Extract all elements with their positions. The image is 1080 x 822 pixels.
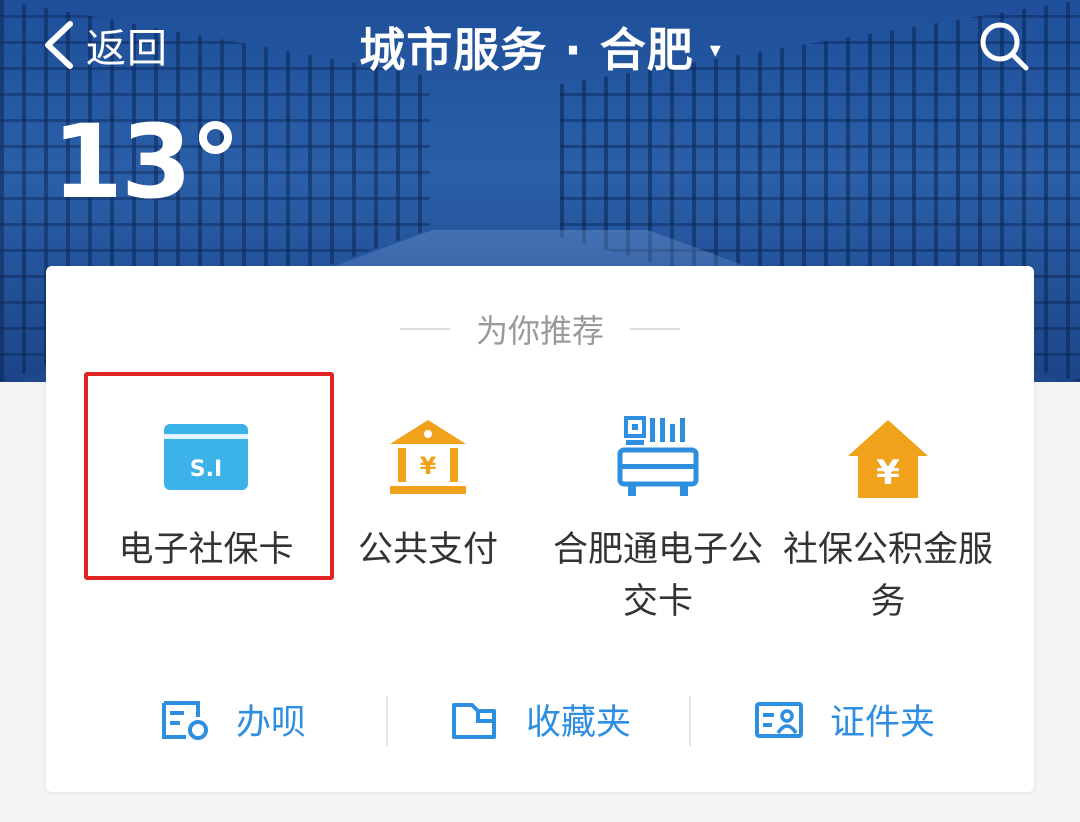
city-dropdown-icon[interactable]: ▾ xyxy=(710,38,721,63)
action-id-wallet[interactable]: 证件夹 xyxy=(754,694,935,745)
action-label: 办呗 xyxy=(236,703,307,743)
service-label: 公共支付 xyxy=(357,530,498,570)
action-label: 收藏夹 xyxy=(526,703,632,743)
social-security-card-icon: S.I xyxy=(164,424,248,490)
id-card-icon xyxy=(755,701,803,738)
recommend-title: 为你推荐 xyxy=(475,312,604,350)
recommend-card: 为你推荐 S.I 电子社保卡 ¥ 公共支付 合肥通电子公交卡 ¥ 社保公积金服务… xyxy=(46,266,1034,792)
bank-yuan-icon: ¥ xyxy=(390,420,466,494)
folder-icon xyxy=(452,702,496,739)
action-banbei[interactable]: 办呗 xyxy=(160,694,306,745)
divider xyxy=(689,696,691,746)
svg-text:¥: ¥ xyxy=(876,453,900,493)
divider xyxy=(386,696,388,746)
bottom-actions: 办呗 收藏夹 证件夹 xyxy=(46,686,1034,756)
section-title: 为你推荐 xyxy=(46,306,1034,352)
top-bar: 返回 城市服务 · 合肥 ▾ xyxy=(0,0,1080,92)
divider xyxy=(630,328,680,330)
service-label: 合肥通电子公交卡 xyxy=(552,530,763,622)
action-favorites[interactable]: 收藏夹 xyxy=(450,694,631,745)
svg-text:S.I: S.I xyxy=(190,457,222,482)
service-label: 社保公积金服务 xyxy=(782,530,993,622)
page-title[interactable]: 城市服务 · 合肥 xyxy=(359,14,694,80)
svg-text:¥: ¥ xyxy=(420,452,437,480)
divider xyxy=(399,328,450,330)
temperature: 13° xyxy=(52,103,241,222)
search-icon[interactable] xyxy=(976,18,1032,74)
task-list-icon xyxy=(162,700,208,740)
service-social-security-card[interactable]: S.I 电子社保卡 xyxy=(86,376,326,576)
service-bus-card[interactable]: 合肥通电子公交卡 xyxy=(538,376,778,628)
service-housing-fund[interactable]: ¥ 社保公积金服务 xyxy=(768,376,1008,628)
service-label: 电子社保卡 xyxy=(118,530,294,570)
action-label: 证件夹 xyxy=(830,703,936,743)
service-public-payment[interactable]: ¥ 公共支付 xyxy=(308,376,548,576)
bus-card-qr-icon xyxy=(617,416,699,496)
house-yuan-icon: ¥ xyxy=(848,420,928,498)
